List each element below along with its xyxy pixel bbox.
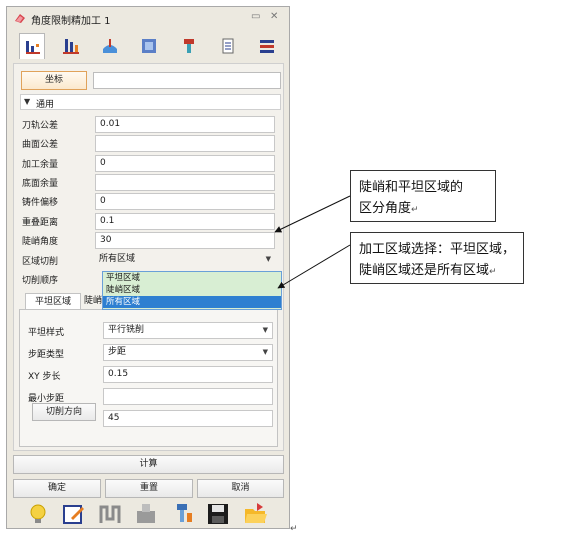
arrow-to-steep-angle: [274, 195, 351, 233]
annotation-arrows: [274, 195, 351, 289]
arrow-to-region-dropdown: [277, 244, 351, 289]
